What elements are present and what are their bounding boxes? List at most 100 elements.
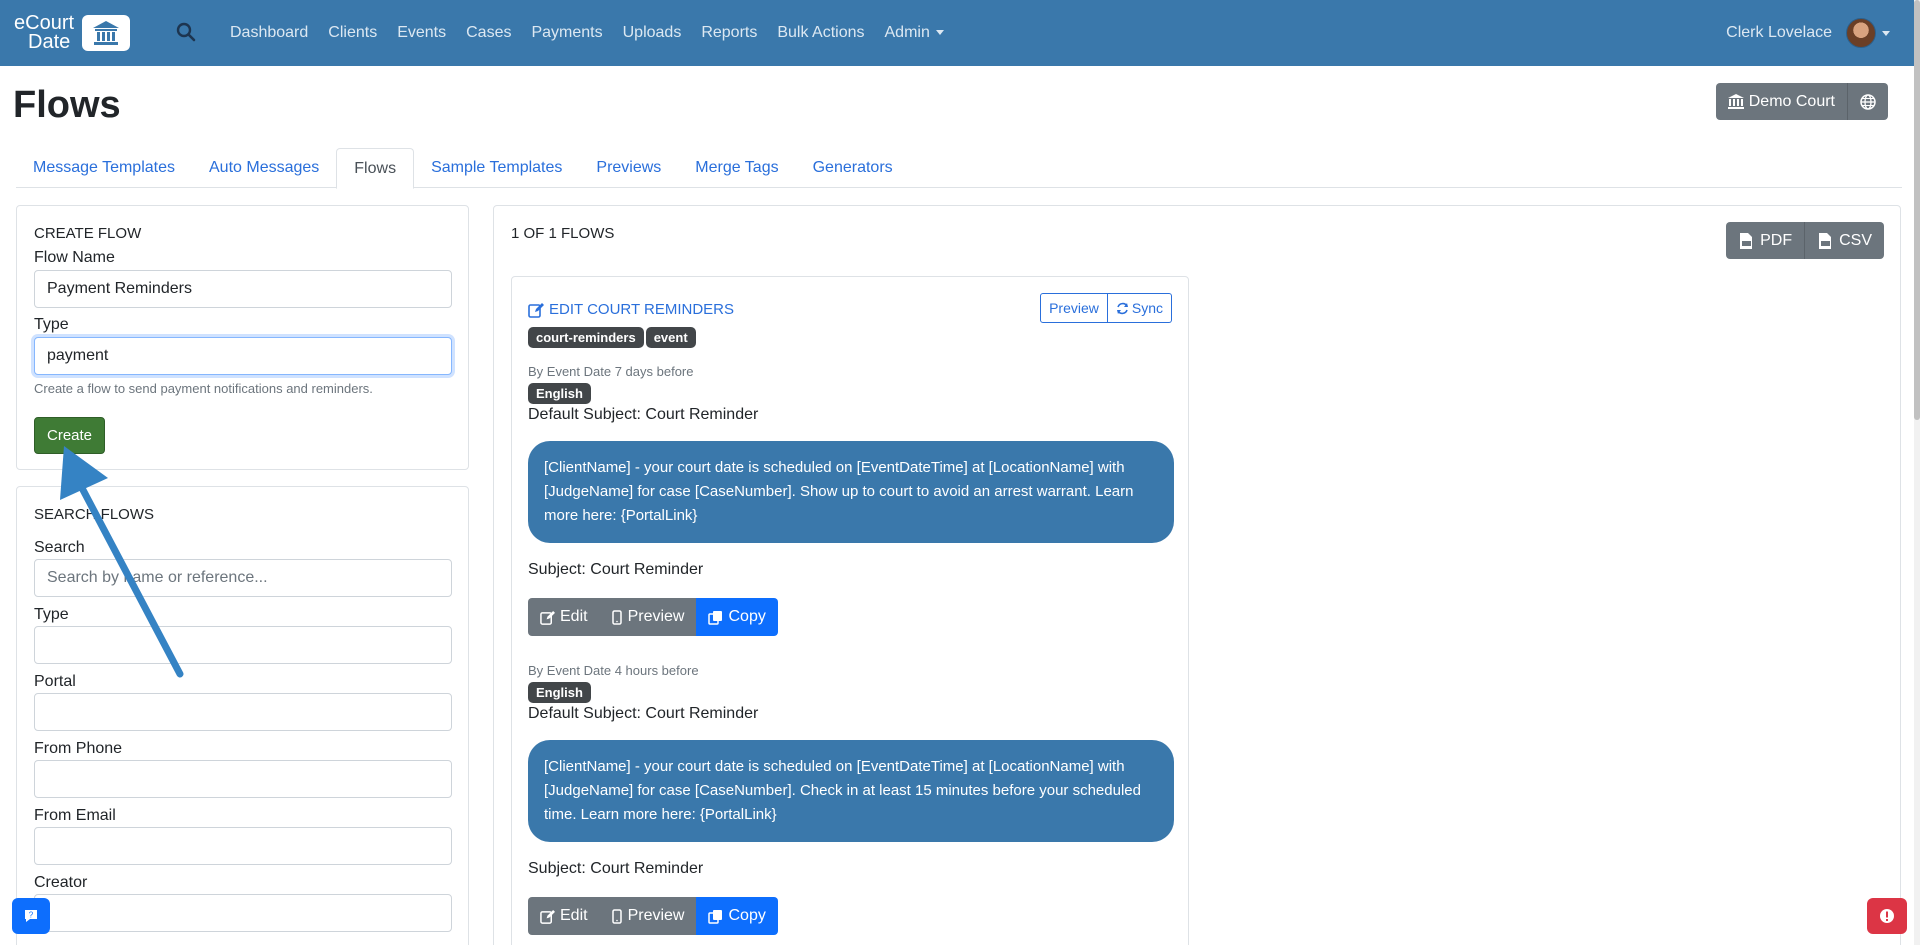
- export-button-group: PDF CSV: [1726, 222, 1884, 259]
- nav-dashboard[interactable]: Dashboard: [230, 24, 308, 42]
- create-button[interactable]: Create: [34, 417, 106, 454]
- demo-court-button[interactable]: Demo Court: [1715, 83, 1847, 120]
- page-title: Flows: [13, 84, 121, 126]
- message-subject: Subject: Court Reminder: [528, 561, 704, 578]
- tab-merge-tags[interactable]: Merge Tags: [678, 148, 795, 188]
- csv-button[interactable]: CSV: [1804, 222, 1884, 259]
- default-subject: Default Subject: Court Reminder: [528, 406, 759, 423]
- main-nav: Dashboard Clients Events Cases Payments …: [230, 0, 964, 66]
- tab-sample-templates[interactable]: Sample Templates: [414, 148, 579, 188]
- default-subject: Default Subject: Court Reminder: [528, 705, 759, 722]
- edit-icon: [540, 909, 555, 924]
- nav-admin-dropdown[interactable]: Admin: [885, 24, 944, 42]
- tab-auto-messages[interactable]: Auto Messages: [192, 148, 336, 188]
- copy-label: Copy: [728, 608, 766, 625]
- flow-tags: court-reminders event: [528, 327, 698, 348]
- search-input[interactable]: [34, 559, 452, 597]
- flow-item: EDIT COURT REMINDERS Preview Sync court-…: [511, 276, 1189, 945]
- message-bubble: [ClientName] - your court date is schedu…: [528, 740, 1174, 842]
- user-name: Clerk Lovelace: [1726, 24, 1832, 41]
- search-type-label: Type: [34, 606, 69, 623]
- scrollbar-thumb[interactable]: [1914, 0, 1920, 420]
- tab-message-templates[interactable]: Message Templates: [16, 148, 192, 188]
- nav-reports[interactable]: Reports: [701, 24, 757, 42]
- demo-court-label: Demo Court: [1748, 92, 1835, 110]
- phone-icon: [611, 908, 622, 924]
- preview-message-button[interactable]: Preview: [599, 897, 697, 935]
- edit-flow-link[interactable]: EDIT COURT REMINDERS: [528, 301, 734, 318]
- search-flows-heading: SEARCH FLOWS: [34, 506, 155, 523]
- courthouse-icon: [82, 15, 130, 51]
- edit-message-button[interactable]: Edit: [528, 598, 600, 636]
- edit-label: Edit: [560, 907, 588, 924]
- portal-input[interactable]: [34, 693, 452, 731]
- nav-clients[interactable]: Clients: [328, 24, 377, 42]
- flow-sync-button[interactable]: Sync: [1107, 293, 1172, 323]
- language-badge: English: [528, 682, 591, 703]
- message-actions: Edit Preview Copy: [528, 897, 1174, 935]
- nav-uploads[interactable]: Uploads: [623, 24, 682, 42]
- preview-label: Preview: [627, 608, 685, 625]
- tab-previews[interactable]: Previews: [579, 148, 678, 188]
- brand-line-2: Date: [28, 31, 71, 53]
- globe-button[interactable]: [1847, 83, 1888, 120]
- message-actions: Edit Preview Copy: [528, 598, 1174, 636]
- create-flow-card: CREATE FLOW Flow Name Type Create a flow…: [16, 205, 469, 470]
- alert-button[interactable]: [1867, 898, 1907, 934]
- flow-name-input[interactable]: [34, 270, 452, 308]
- tag-badge: event: [645, 327, 696, 348]
- flow-name-label: Flow Name: [34, 249, 115, 266]
- nav-bulk-actions[interactable]: Bulk Actions: [777, 24, 864, 42]
- nav-payments[interactable]: Payments: [531, 24, 602, 42]
- create-flow-help: Create a flow to send payment notificati…: [34, 381, 373, 396]
- search-flows-card: SEARCH FLOWS Search Type Portal From Pho…: [16, 486, 469, 945]
- pdf-button[interactable]: PDF: [1726, 222, 1805, 259]
- type-label: Type: [34, 316, 69, 333]
- search-type-input[interactable]: [34, 626, 452, 664]
- chat-icon: ?: [25, 910, 37, 922]
- edit-message-button[interactable]: Edit: [528, 897, 600, 935]
- copy-message-button[interactable]: Copy: [696, 598, 778, 636]
- edit-icon: [540, 610, 555, 625]
- from-email-label: From Email: [34, 807, 116, 824]
- flows-count: 1 OF 1 FLOWS: [511, 225, 615, 242]
- copy-label: Copy: [728, 907, 766, 924]
- message-subject: Subject: Court Reminder: [528, 860, 704, 877]
- preview-label: Preview: [627, 907, 685, 924]
- brand-logo[interactable]: eCourt Date: [14, 13, 130, 53]
- brand-text: eCourt Date: [14, 13, 80, 53]
- tab-flows[interactable]: Flows: [336, 148, 415, 189]
- court-button-group: Demo Court: [1715, 83, 1888, 120]
- from-email-input[interactable]: [34, 827, 452, 865]
- flow-sync-label: Sync: [1131, 300, 1163, 316]
- type-input[interactable]: [34, 337, 452, 375]
- page-scrollbar[interactable]: [1914, 0, 1920, 945]
- creator-label: Creator: [34, 874, 88, 891]
- tag-badge: court-reminders: [528, 327, 644, 348]
- phone-icon: [611, 609, 622, 625]
- flow-preview-button[interactable]: Preview: [1040, 293, 1108, 323]
- tab-generators[interactable]: Generators: [796, 148, 910, 188]
- nav-cases[interactable]: Cases: [466, 24, 511, 42]
- globe-icon: [1860, 93, 1876, 110]
- avatar: [1846, 18, 1876, 48]
- pdf-label: PDF: [1760, 231, 1793, 249]
- copy-icon: [708, 610, 723, 625]
- from-phone-label: From Phone: [34, 740, 123, 757]
- nav-events[interactable]: Events: [397, 24, 446, 42]
- preview-message-button[interactable]: Preview: [599, 598, 697, 636]
- message-bubble: [ClientName] - your court date is schedu…: [528, 441, 1174, 543]
- svg-text:?: ?: [29, 911, 34, 920]
- chat-button[interactable]: ?: [12, 898, 50, 934]
- flow-message: By Event Date 4 hours before English Def…: [528, 663, 1174, 935]
- search-icon[interactable]: [176, 22, 196, 42]
- flow-title: EDIT COURT REMINDERS: [549, 301, 735, 318]
- create-flow-heading: CREATE FLOW: [34, 225, 142, 242]
- search-label: Search: [34, 539, 85, 556]
- sync-icon: [1116, 302, 1128, 314]
- from-phone-input[interactable]: [34, 760, 452, 798]
- creator-input[interactable]: [34, 894, 452, 932]
- copy-message-button[interactable]: Copy: [696, 897, 778, 935]
- message-timing: By Event Date 4 hours before: [528, 663, 699, 678]
- user-menu[interactable]: Clerk Lovelace: [1726, 16, 1890, 50]
